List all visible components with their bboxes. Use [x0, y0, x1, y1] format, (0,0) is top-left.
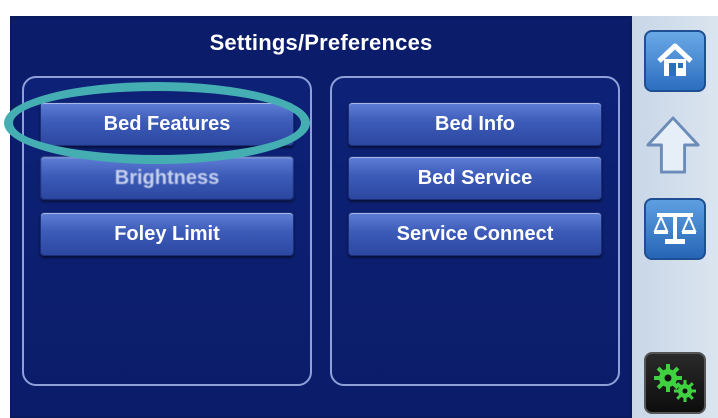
scale-icon — [653, 213, 697, 244]
home-button[interactable] — [644, 30, 706, 92]
right-panel: Bed Info Bed Service Service Connect — [330, 76, 620, 386]
gears-icon — [654, 364, 696, 402]
brightness-button[interactable]: Brightness — [40, 156, 294, 200]
foley-limit-button[interactable]: Foley Limit — [40, 212, 294, 256]
home-icon — [657, 43, 693, 76]
left-panel: Bed Features Brightness Foley Limit — [22, 76, 312, 386]
service-connect-button[interactable]: Service Connect — [348, 212, 602, 256]
settings-screen: Settings/Preferences Bed Features Bright… — [10, 16, 632, 418]
bed-service-button[interactable]: Bed Service — [348, 156, 602, 200]
page-title: Settings/Preferences — [209, 30, 433, 55]
scale-button[interactable] — [644, 198, 706, 260]
bed-features-button[interactable]: Bed Features — [40, 102, 294, 146]
up-arrow-icon — [646, 116, 700, 174]
scroll-up-button[interactable] — [644, 116, 702, 174]
sidebar — [632, 16, 718, 418]
settings-button[interactable] — [644, 352, 706, 414]
bed-info-button[interactable]: Bed Info — [348, 102, 602, 146]
